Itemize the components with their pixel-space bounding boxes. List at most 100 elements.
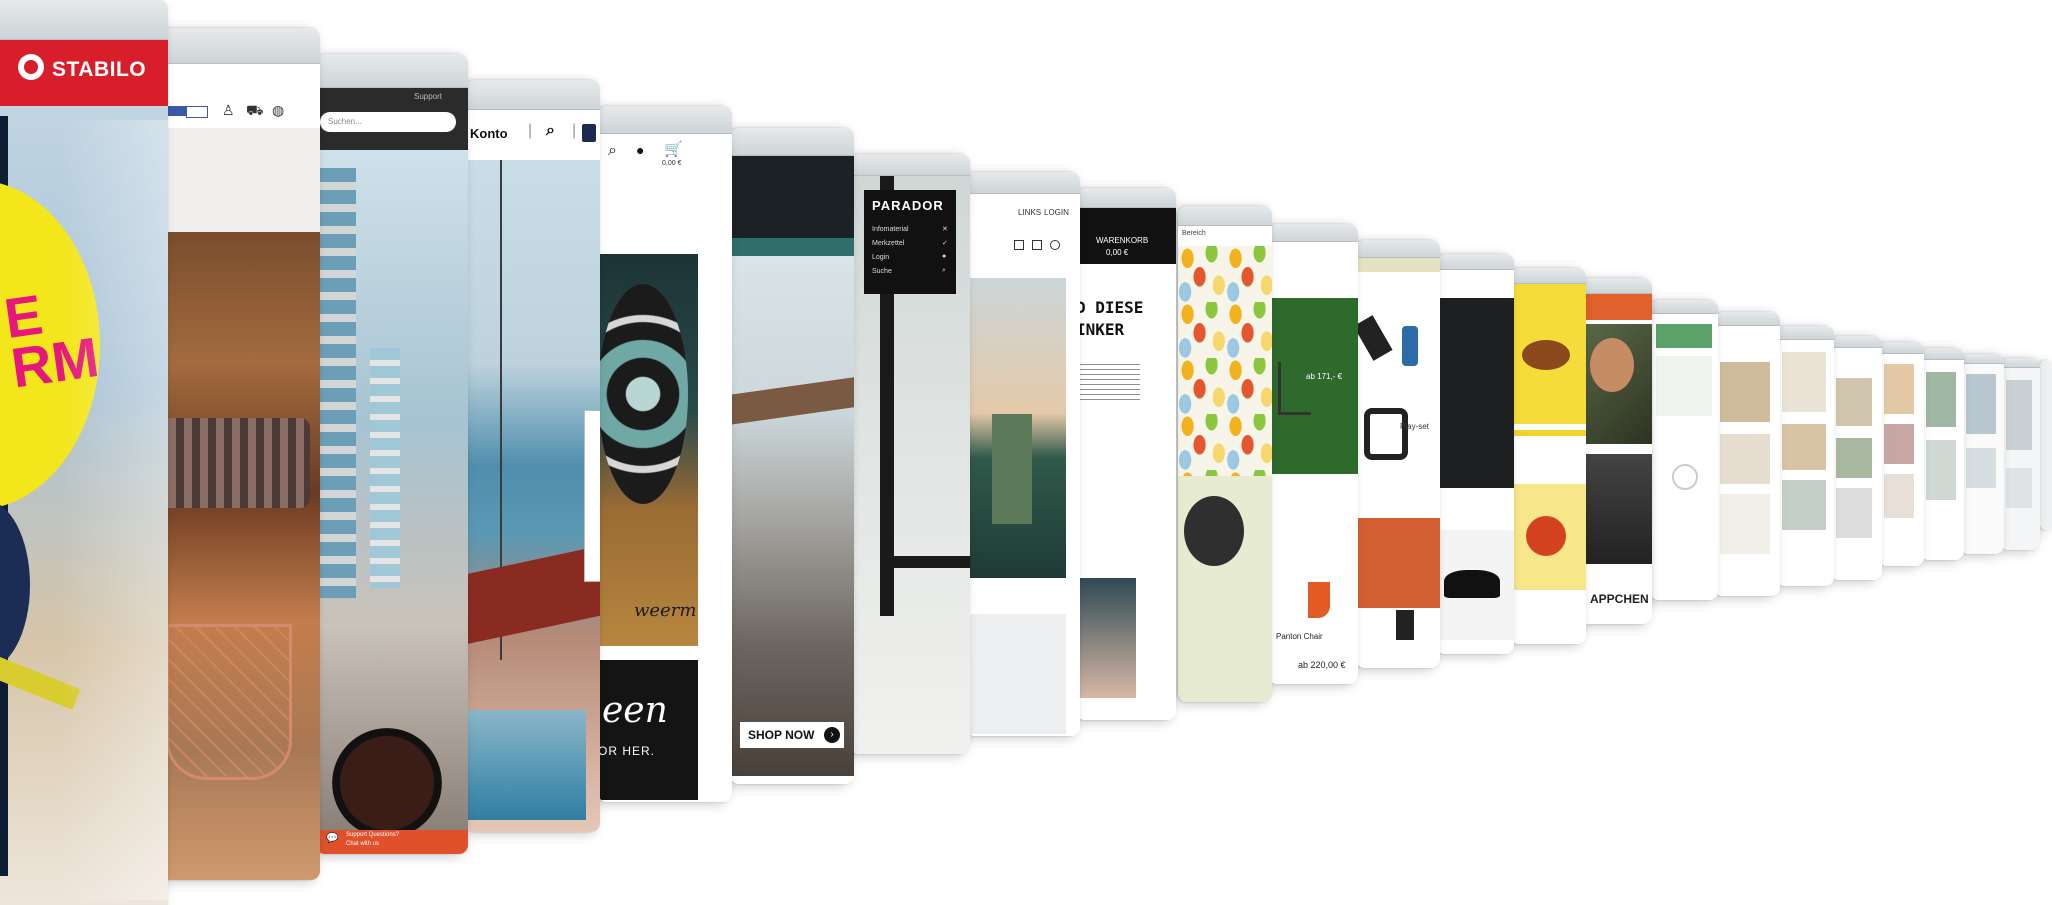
card-9-nav1[interactable]: LINKS [1018,208,1041,217]
card-25-chrome [1920,348,1964,360]
card-13-page: Play-set [1356,258,1440,668]
website-card-21[interactable] [1714,312,1780,596]
website-card-11[interactable]: Bereich [1178,206,1272,702]
website-card-13[interactable]: Play-set [1356,240,1440,668]
card-3-chat-line1: Support Questions? [346,832,400,838]
card-26-page [1960,364,2004,554]
website-card-10[interactable]: WARENKORB 0,00 € D DIESE INKER [1076,188,1176,720]
card-5-cart-icon[interactable]: 🛒 [664,140,683,158]
shop-now-button[interactable]: SHOP NOW › [740,722,844,748]
card-5-page: ⌕ ● 🛒 0,00 € weerm een OR HER. [598,134,732,802]
card-4-scroll-nav[interactable] [584,410,600,582]
card-23-chrome [1830,336,1882,348]
card-2-chrome [160,28,320,64]
card-13-figure [1396,610,1414,640]
card-10-copy [1080,364,1140,404]
card-3-search-input[interactable]: Suchen... [320,112,456,132]
card-9-nav2[interactable]: LOGIN [1044,208,1069,217]
card-3-chat-bar[interactable]: 💬 Support Questions? Chat with us [316,830,468,854]
card-12-product: Panton Chair [1276,632,1323,641]
card-3-chrome [316,54,468,88]
card-4-bag-icon[interactable] [582,124,596,142]
card-3-page: Support Suchen... 💬 Support Questions? C… [316,88,468,854]
card-1-page: STABILO E RM [0,40,168,905]
card-26-hero [1966,374,1996,434]
website-card-8[interactable]: PARADOR Infomaterial Merkzettel Login Su… [850,154,970,754]
card-16-word: APPCHEN [1590,592,1649,606]
card-2-basket [166,624,292,780]
parador-menu-merkzettel[interactable]: Merkzettel [872,240,904,247]
card-25-block [1926,440,1956,500]
website-card-25[interactable] [1920,348,1964,560]
card-4-konto-link[interactable]: Konto [470,126,508,141]
card-14-page [1436,270,1514,654]
card-10-chrome [1076,188,1176,208]
parador-menu-login[interactable]: Login [872,254,889,261]
website-card-28[interactable] [2040,360,2052,530]
card-13-topbar [1356,258,1440,272]
card-10-cart-label: WARENKORB [1096,236,1149,245]
card-5-price: 0,00 € [662,160,682,167]
website-card-20[interactable] [1650,300,1718,600]
website-card-1[interactable]: STABILO E RM [0,0,168,905]
card-21-block [1720,434,1770,484]
card-11-label: Bereich [1182,230,1206,237]
website-card-14[interactable] [1436,254,1514,654]
card-7-teal-bar [730,238,854,256]
card-2-globe-icon[interactable]: ◍ [272,102,284,119]
website-card-16[interactable]: APPCHEN [1580,278,1652,624]
website-card-12[interactable]: ab 171,- € Panton Chair ab 220,00 € [1268,224,1358,684]
website-card-23[interactable] [1830,336,1882,580]
card-12-chair [1278,362,1311,415]
card-3-wheel [332,728,442,838]
website-card-5[interactable]: ⌕ ● 🛒 0,00 € weerm een OR HER. [598,106,732,802]
website-card-15[interactable] [1510,268,1586,644]
card-2-page: ♙ ⛟ ◍ [160,64,320,880]
card-9-bag-icon[interactable] [1032,240,1042,250]
parador-logo: PARADOR [872,198,944,213]
card-20-hero [1656,356,1712,416]
card-9-page: LINKS LOGIN [966,194,1080,736]
card-9-search-icon[interactable] [1050,240,1060,250]
card-2-user-icon[interactable]: ♙ [222,102,235,119]
website-card-27[interactable] [2000,358,2040,550]
card-3-support-link[interactable]: Support [414,92,442,101]
card-3-chat-line2: Chat with us [346,841,380,847]
website-card-9[interactable]: LINKS LOGIN [966,172,1080,736]
card-9-home-icon[interactable] [1014,240,1024,250]
card-10-cart-price: 0,00 € [1106,248,1129,257]
card-5-search-icon[interactable]: ⌕ [608,142,617,160]
card-14-shoe [1444,570,1500,598]
website-card-3[interactable]: Support Suchen... 💬 Support Questions? C… [316,54,468,854]
card-2-lang-button2[interactable] [186,106,208,118]
stabilo-logo-icon [18,54,44,80]
card-5-sale-sub: OR HER. [598,744,656,758]
card-4-divider2: | [572,122,577,139]
card-4-search-icon[interactable]: ⌕ [546,122,555,140]
card-5-script: weerm [634,600,697,621]
card-2-cart-icon[interactable]: ⛟ [246,102,264,121]
card-4-page: Konto | ⌕ | [466,110,600,832]
stabilo-navy-circle [0,500,30,670]
website-card-7[interactable]: SHOP NOW › [730,128,854,784]
website-card-2[interactable]: ♙ ⛟ ◍ [160,28,320,880]
card-13-tag: Play-set [1400,422,1429,431]
website-card-4[interactable]: Konto | ⌕ | [466,80,600,832]
website-card-22[interactable] [1776,326,1834,586]
card-16-bottom [1580,454,1652,564]
website-carousel-page: { "stabilo": {"logo": "STABILO", "big_le… [0,0,2052,905]
card-5-user-icon[interactable]: ● [636,142,644,158]
website-card-26[interactable] [1960,354,2004,554]
parador-menu-infomaterial[interactable]: Infomaterial [872,226,909,233]
card-5-chrome [598,106,732,134]
parador-menu-suche[interactable]: Suche [872,268,892,275]
card-10-headline2: INKER [1076,320,1125,339]
card-2-lang-button[interactable] [166,106,186,116]
card-22-hero [1782,352,1826,412]
card-8-menu: PARADOR Infomaterial Merkzettel Login Su… [864,190,956,294]
parador-chevron-icon: ✕ [942,226,948,233]
parador-user-icon: ● [942,253,947,260]
card-11-page: Bereich [1178,226,1272,702]
website-card-24[interactable] [1878,342,1924,566]
card-12-price: ab 220,00 € [1298,660,1346,670]
